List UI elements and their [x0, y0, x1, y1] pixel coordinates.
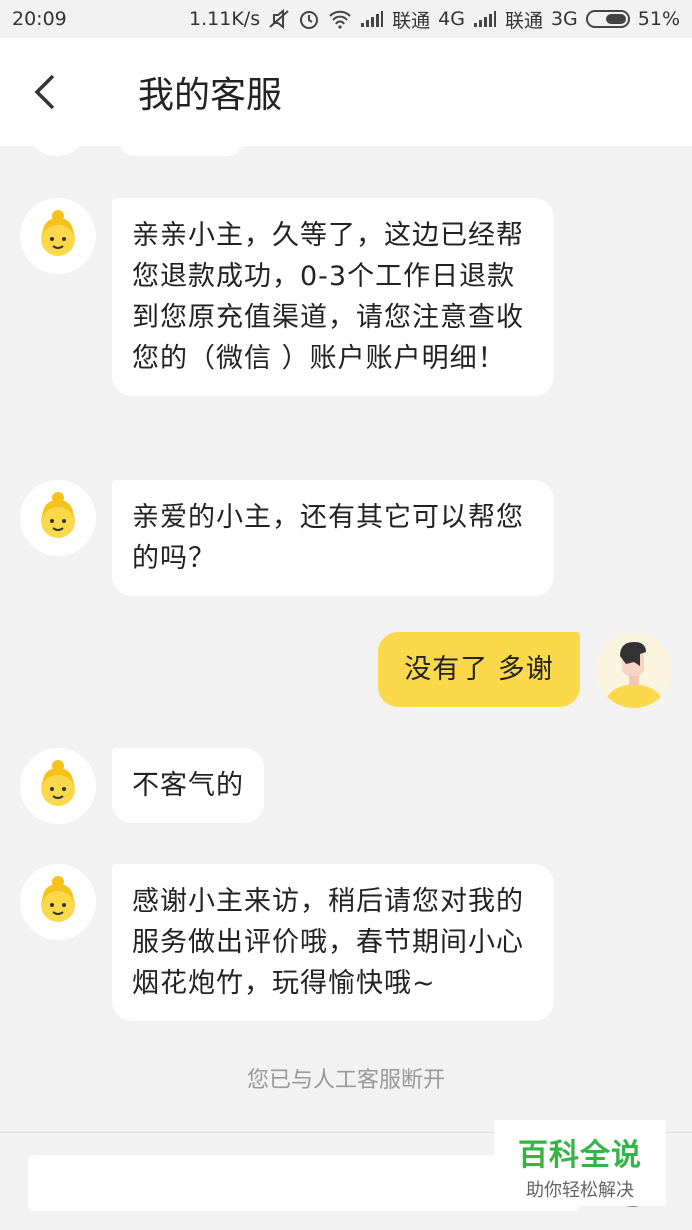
status-bar: 20:09 1.11K/s 联通 4G 联通 3G 51% — [0, 0, 692, 38]
agent-avatar-icon — [41, 210, 75, 256]
system-note: 您已与人工客服断开 — [246, 1068, 445, 1093]
status-time: 20:09 — [12, 8, 67, 30]
agent-avatar-icon — [41, 876, 75, 922]
network-type-2: 3G — [550, 8, 578, 30]
agent-message: 亲亲小主，久等了，这边已经帮您退款成功，0-3个工作日退款到您原充值渠道，请您注… — [112, 198, 554, 396]
user-avatar-icon — [596, 632, 672, 708]
network-type-1: 4G — [438, 8, 465, 30]
page-title: 我的客服 — [138, 75, 283, 116]
agent-avatar — [24, 146, 90, 156]
agent-message: 亲爱的小主，还有其它可以帮您的吗？ — [112, 480, 554, 596]
agent-avatar — [20, 748, 96, 824]
agent-avatar — [20, 864, 96, 940]
agent-avatar — [20, 480, 96, 556]
agent-avatar — [20, 198, 96, 274]
user-message: 没有了 多谢 — [378, 632, 580, 707]
mute-icon — [268, 9, 290, 29]
agent-message: 不客气的 — [112, 748, 264, 823]
back-button[interactable] — [0, 38, 90, 146]
net-speed: 1.11K/s — [189, 8, 261, 30]
carrier-2: 联通 — [504, 9, 543, 32]
agent-message: 感谢小主来访，稍后请您对我的服务做出评价哦，春节期间小心烟花炮竹，玩得愉快哦~ — [112, 864, 554, 1021]
chat-area[interactable]: 亲亲小主，久等了，这边已经帮您退款成功，0-3个工作日退款到您原充值渠道，请您注… — [0, 146, 692, 1132]
message-bubble — [120, 146, 242, 156]
watermark-title: 百科全说 — [518, 1138, 642, 1173]
signal-icon — [473, 10, 497, 28]
app-header: 我的客服 — [0, 38, 692, 146]
carrier-1: 联通 — [392, 9, 431, 32]
wifi-icon — [328, 9, 352, 29]
alarm-icon — [298, 8, 320, 30]
watermark-logo: 百科全说 助你轻松解决 — [494, 1120, 666, 1206]
battery-icon — [585, 10, 630, 28]
watermark-subtitle: 助你轻松解决 — [526, 1180, 634, 1201]
chevron-left-icon — [34, 74, 55, 110]
user-avatar — [596, 632, 672, 708]
battery-level: 51% — [637, 8, 680, 30]
agent-avatar-icon — [41, 492, 75, 538]
agent-avatar-icon — [41, 760, 75, 806]
signal-icon — [360, 10, 384, 28]
